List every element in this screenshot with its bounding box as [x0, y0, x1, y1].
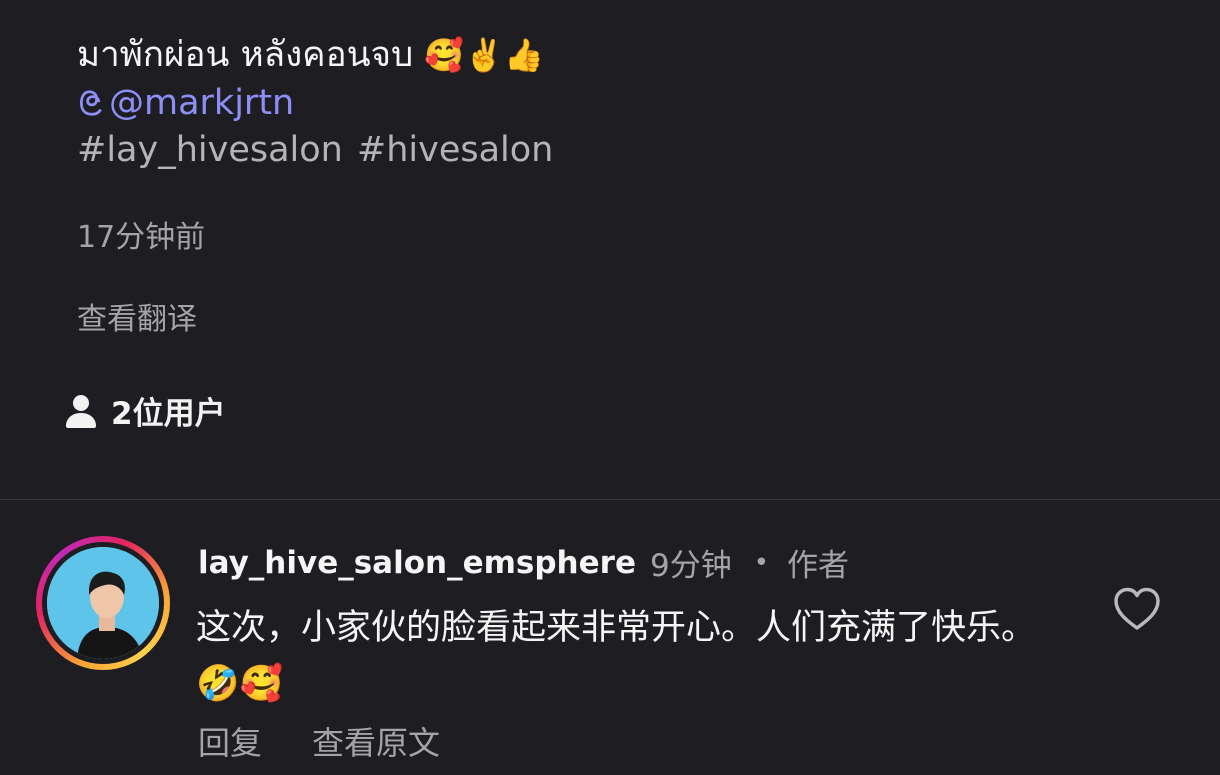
- avatar-photo: [47, 547, 159, 659]
- post-caption: มาพักผ่อน หลังคอนจบ 🥰✌️👍: [77, 30, 1177, 80]
- person-icon: [66, 394, 96, 428]
- threads-icon: [79, 90, 102, 116]
- separator-dot: •: [753, 547, 770, 578]
- heart-icon[interactable]: [1112, 586, 1162, 632]
- thread-post-view: มาพักผ่อน หลังคอนจบ 🥰✌️👍 @markjrtn #lay_…: [0, 0, 1220, 775]
- see-translation-link[interactable]: 查看翻译: [77, 294, 197, 338]
- author-badge: 作者: [787, 548, 850, 584]
- likers-count: 2位用户: [111, 396, 226, 432]
- person-photo-icon: [47, 547, 159, 659]
- hashtag-link[interactable]: #hivesalon: [357, 130, 553, 170]
- mention-handle: @markjrtn: [109, 83, 295, 123]
- comment-text: 这次，小家伙的脸看起来非常开心。人们充满了快乐。🤣🥰: [196, 608, 1037, 704]
- likers-button[interactable]: 2位用户: [65, 388, 226, 433]
- post-timestamp: 17分钟前: [77, 220, 206, 255]
- comment-username[interactable]: lay_hive_salon_emsphere: [198, 545, 636, 581]
- view-original-button[interactable]: 查看原文: [312, 718, 440, 764]
- mention-link[interactable]: @markjrtn: [77, 80, 1177, 126]
- comment-actions: 回复 查看原文: [198, 718, 440, 764]
- reply-button[interactable]: 回复: [198, 718, 262, 764]
- post-body: มาพักผ่อน หลังคอนจบ 🥰✌️👍 @markjrtn #lay_…: [77, 30, 1177, 174]
- caption-text: มาพักผ่อน หลังคอนจบ: [77, 35, 414, 75]
- hashtag-list: #lay_hivesalon #hivesalon: [77, 126, 1177, 174]
- caption-emojis: 🥰✌️👍: [424, 36, 544, 74]
- comment-timestamp: 9分钟: [649, 548, 732, 584]
- hashtag-link[interactable]: #lay_hivesalon: [77, 130, 343, 170]
- comment-item: lay_hive_salon_emsphere 9分钟 • 作者 这次，小家伙的…: [0, 500, 1220, 775]
- avatar[interactable]: [36, 536, 170, 670]
- comment-header: lay_hive_salon_emsphere 9分钟 • 作者: [198, 540, 849, 585]
